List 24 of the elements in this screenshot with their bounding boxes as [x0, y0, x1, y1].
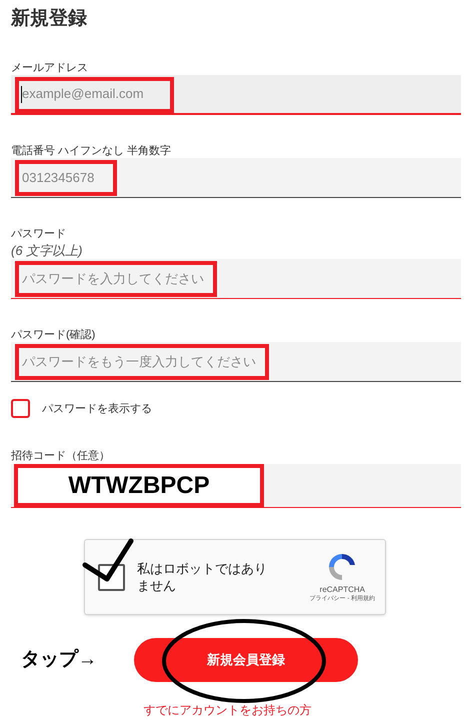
input-field[interactable]: example@email.com	[11, 75, 461, 115]
tap-note: タップ→	[21, 648, 98, 672]
input-field[interactable]: 0312345678	[11, 158, 461, 198]
recaptcha-brand: reCAPTCHA	[320, 584, 365, 594]
checkbox[interactable]	[11, 399, 30, 418]
field-label: パスワード	[11, 229, 67, 240]
field-label: パスワード(確認)	[11, 330, 96, 341]
text-input[interactable]: example@email.com	[22, 84, 170, 104]
register-button[interactable]: 新規会員登録	[134, 638, 358, 682]
text-input[interactable]: パスワードを入力してください	[22, 268, 212, 288]
checkbox-label: パスワードを表示する	[42, 402, 152, 414]
field-hint: (6 文字以上)	[11, 244, 84, 258]
captcha-label: 私はロボットではありません	[137, 560, 268, 594]
login-link[interactable]: すでにアカウントをお持ちの方	[144, 703, 312, 717]
text-input[interactable]: 0312345678	[22, 168, 112, 188]
field-label: メールアドレス	[11, 63, 89, 74]
page-title: 新規登録	[11, 6, 87, 31]
text-cursor	[21, 86, 22, 103]
field-label: 招待コード（任意）	[11, 451, 111, 462]
text-input[interactable]: パスワードをもう一度入力してください	[22, 352, 264, 372]
input-field[interactable]: パスワードを入力してください	[11, 259, 461, 299]
input-field[interactable]: WTWZBPCP	[11, 464, 461, 508]
field-label: 電話番号 ハイフンなし 半角数字	[11, 146, 172, 157]
invite-code: WTWZBPCP	[68, 472, 210, 500]
